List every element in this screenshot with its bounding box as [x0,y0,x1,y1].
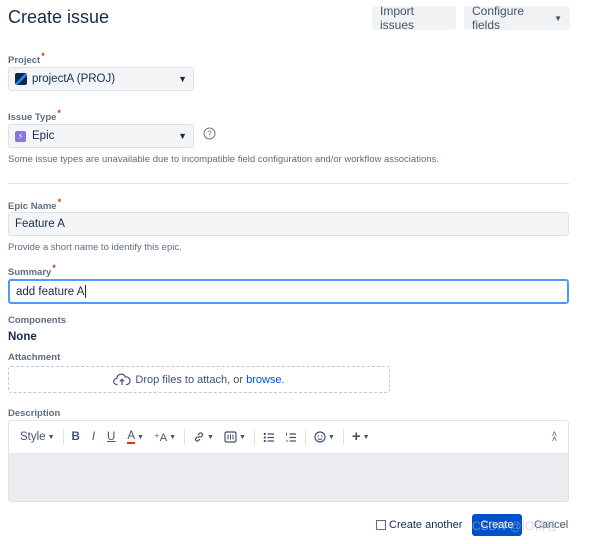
required-mark: * [57,197,62,207]
create-another-checkbox[interactable]: Create another [376,519,462,531]
text-color-button[interactable]: A ▼ [124,427,147,447]
components-value[interactable]: None [8,331,37,343]
chevron-down-icon: ▼ [238,433,246,441]
attachment-dropzone[interactable]: Drop files to attach, or browse. [8,366,390,393]
link-icon [193,431,205,443]
insert-more-button[interactable]: + ▼ [349,427,373,447]
attachment-label: Attachment [8,352,61,363]
toolbar-separator [342,429,344,445]
watermark: CSDN @IO博客 [472,519,559,533]
epic-name-input[interactable]: Feature A [8,212,569,236]
description-label: Description [8,408,61,419]
issue-type-label: Issue Type* [8,108,61,123]
underline-button[interactable]: U [104,427,118,447]
required-mark: * [52,263,56,273]
numbered-list-button[interactable] [282,427,300,447]
chevron-down-icon: ▼ [362,433,370,441]
epic-name-label: Epic Name* [8,197,62,212]
issue-type-value: Epic [32,130,55,142]
epic-name-help-text: Provide a short name to identify this ep… [8,242,182,253]
emoji-button[interactable]: ▼ [311,427,338,447]
description-text-area[interactable] [9,453,568,501]
italic-button[interactable]: I [89,427,98,447]
more-formatting-button[interactable]: ⁺A ▼ [151,427,179,447]
configure-fields-button[interactable]: Configure fields ▼ [464,4,570,32]
insert-media-button[interactable]: ▼ [221,427,249,447]
description-editor[interactable]: Style ▼ B I U A ▼ ⁺A ▼ ▼ ▼ ▼ + ▼ ˄ ˄ [8,420,569,502]
browse-link[interactable]: browse. [246,374,285,386]
chevron-down-icon: ▼ [178,131,187,141]
required-mark: * [41,51,45,61]
summary-label: Summary* [8,263,56,278]
create-another-label: Create another [389,519,463,531]
summary-value: add feature A [16,285,85,298]
toolbar-separator [184,429,186,445]
epic-icon: ⚡ [15,130,26,142]
required-mark: * [57,108,61,118]
dialog-title: Create issue [8,7,110,27]
more-formatting-icon: ⁺A [153,431,168,444]
chevron-down-icon: ▼ [554,13,562,23]
chevron-down-icon: ▼ [327,433,335,441]
collapse-toolbar-button[interactable]: ˄ ˄ [549,427,560,447]
double-chevron-up-icon: ˄ ˄ [551,429,557,444]
chevron-down-icon: ▼ [207,433,214,441]
chevron-down-icon: ▼ [137,433,144,441]
svg-text:?: ? [207,130,212,139]
link-button[interactable]: ▼ [190,427,217,447]
epic-name-value: Feature A [15,218,65,230]
configure-fields-label: Configure fields [472,4,525,32]
chevron-down-icon: ▼ [169,433,177,441]
issue-type-select[interactable]: ⚡ Epic ▼ [8,124,194,148]
checkbox-box [376,520,386,530]
project-select[interactable]: projectA (PROJ) ▼ [8,67,194,91]
project-value: projectA (PROJ) [32,73,116,85]
bullet-list-icon [263,432,275,443]
drop-text: Drop files to attach, or [135,373,247,386]
style-label: Style [20,431,46,443]
issue-type-help-text: Some issue types are unavailable due to … [8,154,439,165]
chevron-down-icon: ▼ [178,74,187,84]
import-issues-button[interactable]: Import issues [372,4,456,32]
text-color-icon: A [127,429,136,444]
project-label: Project* [8,51,45,66]
toolbar-separator [304,429,306,445]
editor-toolbar: Style ▼ B I U A ▼ ⁺A ▼ ▼ ▼ ▼ + ▼ ˄ ˄ [9,421,568,453]
toolbar-separator [62,429,64,445]
underline-icon: U [107,431,116,443]
components-label: Components [8,315,67,326]
style-dropdown[interactable]: Style ▼ [17,427,58,447]
italic-icon: I [91,431,96,443]
project-avatar-icon [15,73,27,85]
plus-icon: + [351,428,361,445]
toolbar-separator [253,429,255,445]
cloud-upload-icon [113,373,131,386]
help-icon[interactable]: ? [203,127,216,145]
media-icon [224,431,237,443]
bold-button[interactable]: B [69,427,83,447]
import-issues-label: Import issues [380,4,415,32]
text-cursor [85,285,87,298]
bullet-list-button[interactable] [260,427,278,447]
emoji-icon [314,431,326,443]
summary-input[interactable]: add feature A [8,279,569,304]
bold-icon: B [71,431,80,443]
divider [8,183,569,184]
numbered-list-icon [285,432,297,443]
chevron-down-icon: ▼ [47,433,55,441]
